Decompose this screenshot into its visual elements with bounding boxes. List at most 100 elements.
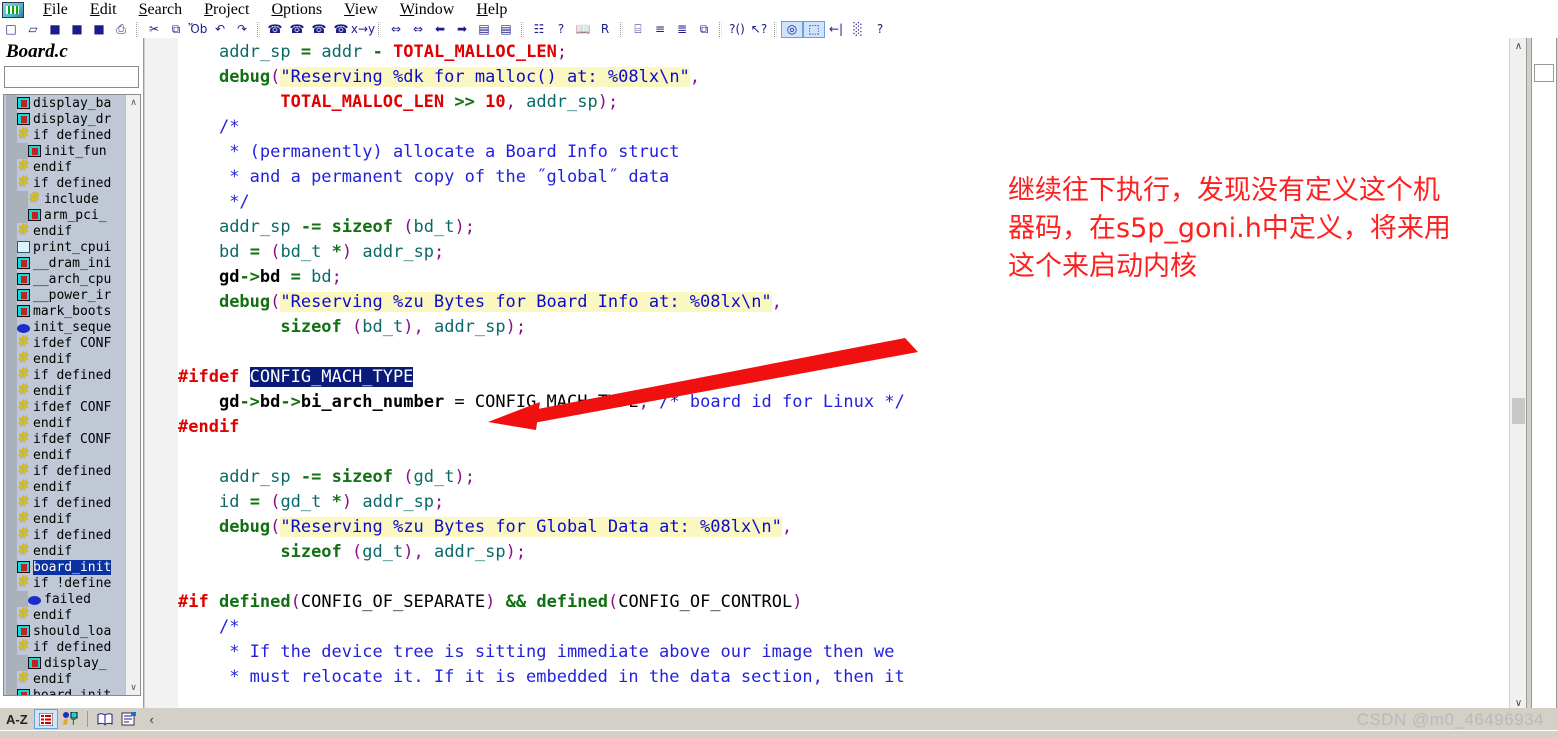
collapse-panel-button[interactable]: ‹ (141, 712, 163, 727)
browse-project-symbols-icon[interactable]: ☷ (528, 21, 550, 38)
symbol-types-button[interactable]: # T (58, 709, 82, 729)
undo-icon[interactable]: ↶ (209, 21, 231, 38)
tree-item-if-defined[interactable]: # if defined (4, 527, 126, 543)
tree-item-display-[interactable]: display_ (4, 655, 126, 671)
about-icon[interactable]: ? (869, 21, 891, 38)
sort-alphabetical-button[interactable]: A-Z (0, 712, 34, 727)
menu-view[interactable]: View (333, 1, 389, 19)
jump-back-icon[interactable]: ⇔ (407, 21, 429, 38)
code-text-area[interactable]: addr_sp = addr - TOTAL_MALLOC_LEN; debug… (178, 38, 1509, 712)
tree-item-arm-pci-[interactable]: arm_pci_ (4, 207, 126, 223)
tree-item--power-ir[interactable]: __power_ir (4, 287, 126, 303)
editor-scroll-thumb[interactable] (1512, 398, 1525, 424)
goto-line-icon[interactable]: ▤ (473, 21, 495, 38)
right-panel-input[interactable] (1534, 64, 1554, 82)
tree-item-ifdef-conf[interactable]: # ifdef CONF (4, 399, 126, 415)
tree-item-if-defined[interactable]: # if defined (4, 367, 126, 383)
tree-item-board-init[interactable]: board_init (4, 687, 126, 695)
tree-item-endif[interactable]: # endif (4, 447, 126, 463)
sidebar-scroll-down-icon[interactable]: ∨ (126, 680, 140, 695)
open-file-icon[interactable]: ▱ (22, 21, 44, 38)
tree-item-if-defined[interactable]: # if defined (4, 127, 126, 143)
jump-to-definition-icon[interactable]: ⇔ (385, 21, 407, 38)
save-all-icon[interactable]: ■ (88, 21, 110, 38)
redo-icon[interactable]: ↷ (231, 21, 253, 38)
tree-item-board-init[interactable]: board_init (4, 559, 126, 575)
forward-icon[interactable]: ➡ (451, 21, 473, 38)
context-help-icon[interactable]: ? (550, 21, 572, 38)
menu-help[interactable]: Help (465, 1, 518, 19)
search-forward-icon[interactable]: ☎ (308, 21, 330, 38)
bookmark-icon[interactable]: ▤ (495, 21, 517, 38)
tree-item-display-dr[interactable]: display_dr (4, 111, 126, 127)
highlight-word-icon[interactable]: ◎ (781, 20, 803, 38)
cut-icon[interactable]: ✂ (143, 21, 165, 38)
smart-rename-icon[interactable]: ↖? (748, 21, 770, 38)
tree-item-failed[interactable]: failed (4, 591, 126, 607)
relation-window-icon[interactable]: R (594, 21, 616, 38)
tree-item--arch-cpu[interactable]: __arch_cpu (4, 271, 126, 287)
sidebar-scroll-up-icon[interactable]: ∧ (126, 95, 140, 110)
search-files-icon[interactable]: ☎ (330, 21, 352, 38)
tree-item--dram-ini[interactable]: __dram_ini (4, 255, 126, 271)
save-as-icon[interactable]: ■ (66, 21, 88, 38)
tree-item-init-fun[interactable]: init_fun (4, 143, 126, 159)
select-block-icon[interactable]: ⬚ (803, 20, 825, 38)
tree-item-endif[interactable]: # endif (4, 223, 126, 239)
copy-icon[interactable]: ⧉ (165, 21, 187, 38)
indent-icon[interactable]: ←| (825, 21, 847, 38)
tree-item-mark-boots[interactable]: mark_boots (4, 303, 126, 319)
tree-item-if-defined[interactable]: # if defined (4, 463, 126, 479)
tree-item-endif[interactable]: # endif (4, 511, 126, 527)
new-file-icon[interactable]: □ (0, 21, 22, 38)
save-file-icon[interactable]: ■ (44, 21, 66, 38)
editor-scrollbar[interactable]: ∧ ∨ (1509, 38, 1526, 712)
outline-view-button[interactable] (33, 709, 58, 729)
tree-item-endif[interactable]: # endif (4, 383, 126, 399)
tile-vertical-icon[interactable]: ≣ (671, 21, 693, 38)
tree-item-ifdef-conf[interactable]: # ifdef CONF (4, 335, 126, 351)
search-backward-icon[interactable]: ☎ (286, 21, 308, 38)
tree-item-print-cpui[interactable]: print_cpui (4, 239, 126, 255)
tree-item-should-loa[interactable]: should_loa (4, 623, 126, 639)
menu-file[interactable]: File (32, 1, 79, 19)
tree-item-ifdef-conf[interactable]: # ifdef CONF (4, 431, 126, 447)
back-icon[interactable]: ⬅ (429, 21, 451, 38)
tree-item-endif[interactable]: # endif (4, 351, 126, 367)
search-icon[interactable]: ☎ (264, 21, 286, 38)
tile-windows-icon[interactable]: ⌸ (627, 21, 649, 38)
tree-item-endif[interactable]: # endif (4, 671, 126, 687)
paste-icon[interactable]: Ὄb (187, 21, 209, 38)
menu-search[interactable]: Search (128, 1, 194, 19)
tile-horizontal-icon[interactable]: ≡ (649, 21, 671, 38)
comment-block-icon[interactable]: ░ (847, 21, 869, 38)
reference-book-button[interactable] (93, 709, 117, 729)
print-icon[interactable]: ⎙ (110, 21, 132, 38)
tree-item-if-defined[interactable]: # if defined (4, 175, 126, 191)
tree-item-endif[interactable]: # endif (4, 479, 126, 495)
menu-edit[interactable]: Edit (79, 1, 128, 19)
properties-button[interactable] (117, 709, 141, 729)
tree-item-display-ba[interactable]: display_ba (4, 95, 126, 111)
reference-icon[interactable]: 📖 (572, 21, 594, 38)
sidebar-scrollbar[interactable]: ∧ ∨ (125, 95, 140, 695)
tree-item-endif[interactable]: # endif (4, 543, 126, 559)
tree-item-include[interactable]: # include (4, 191, 126, 207)
symbol-search-input[interactable] (4, 66, 139, 88)
menu-project[interactable]: Project (193, 1, 260, 19)
menu-options[interactable]: Options (260, 1, 333, 19)
tree-item-if-defined[interactable]: # if defined (4, 495, 126, 511)
symbol-info-icon[interactable]: ?() (726, 21, 748, 38)
tree-item-if-define[interactable]: # if !define (4, 575, 126, 591)
editor-scroll-up-icon[interactable]: ∧ (1510, 38, 1527, 55)
replace-icon[interactable]: x→y (351, 21, 375, 38)
tree-item-if-defined[interactable]: # if defined (4, 639, 126, 655)
tree-item-init-seque[interactable]: init_seque (4, 319, 126, 335)
tree-item-endif[interactable]: # endif (4, 415, 126, 431)
menu-window[interactable]: Window (389, 1, 465, 19)
symbol-tree[interactable]: display_ba display_dr # if defined init_fun #… (3, 94, 141, 696)
cascade-windows-icon[interactable]: ⧉ (693, 21, 715, 38)
tree-item-endif[interactable]: # endif (4, 159, 126, 175)
code-editor[interactable]: addr_sp = addr - TOTAL_MALLOC_LEN; debug… (145, 38, 1526, 712)
tree-item-endif[interactable]: # endif (4, 607, 126, 623)
